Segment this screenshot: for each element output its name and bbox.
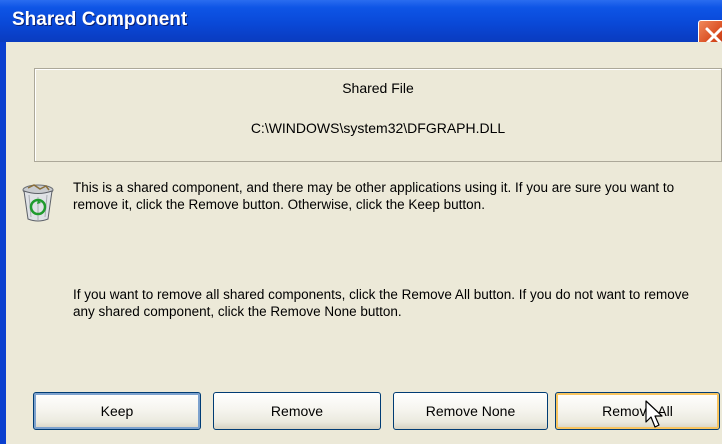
window-title: Shared Component	[12, 9, 188, 30]
shared-component-message: This is a shared component, and there ma…	[73, 180, 675, 212]
shared-file-group: Shared File C:\WINDOWS\system32\DFGRAPH.…	[34, 68, 722, 162]
recycle-bin-icon	[22, 184, 54, 222]
remove-all-button[interactable]: Remove All	[555, 392, 720, 430]
keep-button[interactable]: Keep	[33, 392, 201, 430]
title-bar[interactable]: Shared Component	[0, 0, 722, 50]
remove-all-message: If you want to remove all shared compone…	[73, 287, 690, 319]
shared-file-heading: Shared File	[342, 80, 414, 96]
remove-none-button[interactable]: Remove None	[393, 392, 548, 430]
remove-button[interactable]: Remove	[213, 392, 381, 430]
mouse-pointer-icon	[645, 400, 663, 428]
dialog-body: Shared File C:\WINDOWS\system32\DFGRAPH.…	[6, 42, 722, 444]
shared-file-path: C:\WINDOWS\system32\DFGRAPH.DLL	[250, 120, 506, 136]
shared-component-dialog: Shared Component Shared File C:\WINDOWS\…	[0, 0, 722, 444]
